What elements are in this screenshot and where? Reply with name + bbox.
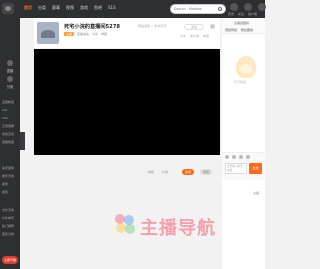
emoji-icon[interactable] [225,155,229,159]
live-icon[interactable] [7,60,13,66]
nav-item-fishbar[interactable]: 鱼吧 [94,5,102,11]
share-action[interactable]: 分享 [180,34,186,38]
top-navigation-bar: 首页 分类 赛事 视频 游戏 鱼吧 S1S 历史 关注 客户端 [0,0,266,18]
history-label[interactable]: 历史 [228,12,234,16]
nav-item-games[interactable]: 游戏 [80,5,88,11]
sidebar-sub-item[interactable]: 直播精选 [2,100,14,104]
nav-item-home[interactable]: 首页 [24,5,32,11]
right-panel: 主播勋章榜 贡献周榜 粉丝团榜 暂无数据 这里输入聊天内容 发送 主播 [222,18,265,269]
empty-rank-label: 暂无数据 [234,80,247,84]
chat-input[interactable]: 这里输入聊天内容 [225,163,247,174]
gift-toggle[interactable]: 礼物 [162,170,168,174]
sidebar-lower-item[interactable]: 颜值 [2,190,8,194]
report-action[interactable]: 举报 [203,34,209,38]
sidebar-sub-item[interactable]: 永劫无间 [2,132,14,136]
tab-fans[interactable]: 粉丝团榜 [241,28,253,32]
nav-item-s1s[interactable]: S1S [108,5,116,11]
site-logo[interactable] [2,3,14,14]
meta-item[interactable]: 举报 [101,32,107,36]
sidebar-bottom-item[interactable]: 户外体育 [2,216,14,220]
search-box [170,4,226,14]
room-actions: 分享 客户端 举报 [180,34,209,38]
mascot-illustration [236,56,256,78]
chat-tools [225,155,250,159]
category-icon[interactable] [7,76,13,82]
bottom-label: 主播 [253,191,260,195]
meta-item[interactable]: 分享 [92,32,98,36]
sidebar-lower-item[interactable]: 娱乐天地 [2,174,14,178]
streamer-avatar[interactable] [37,22,59,44]
sidebar-sub-item[interactable]: 王者荣耀 [2,124,14,128]
sidebar-bottom-item[interactable]: 更多分类 [2,232,14,236]
client-action[interactable]: 客户端 [190,34,199,38]
sidebar-sub-item[interactable]: CS2 [2,116,8,120]
rank-title: 主播勋章榜 [234,21,250,25]
start-live-button[interactable]: 立即开播 [2,256,18,264]
sidebar-lower-item[interactable]: 星秀 [2,182,8,186]
chat-area: 这里输入聊天内容 发送 [222,152,265,180]
main-nav: 首页 分类 赛事 视频 游戏 鱼吧 S1S [24,5,116,11]
anchor-tag: 主播 [64,32,75,36]
sidebar-item-category[interactable]: 分类 [0,84,20,89]
more-icon[interactable] [210,24,215,29]
search-icon[interactable] [218,7,222,11]
rank-tabs: 贡献周榜 粉丝团榜 [225,28,253,32]
sidebar-bottom-item[interactable]: 热门推荐 [2,224,14,228]
nav-item-video[interactable]: 视频 [66,5,74,11]
follow-button[interactable]: 关注 [184,24,204,30]
backpack-button[interactable]: 背包 [200,169,212,175]
download-icon[interactable] [258,3,266,11]
room-category[interactable]: 网络游戏 > 永劫无间 [138,24,166,28]
watermark-logo-icon [115,214,135,234]
sidebar-lower-item[interactable]: 鱼乐星球 [2,166,14,170]
watermark: 主播导航 [112,208,222,248]
sidebar-sub-item[interactable]: LOL [2,108,8,112]
gift-icon[interactable] [232,155,236,159]
nav-item-category[interactable]: 分类 [38,5,46,11]
send-button[interactable]: 发送 [249,163,262,174]
recharge-button[interactable]: 充值 [182,169,194,175]
sidebar-item-live[interactable]: 直播 [0,68,20,73]
video-player[interactable] [34,49,220,155]
room-header: 死宅小浣的直播间5278 网络游戏 > 永劫无间 主播 直播动态 分享 举报 关… [34,18,220,48]
left-sidebar: 直播 分类 直播精选 LOL CS2 王者荣耀 永劫无间 英雄联盟 鱼乐星球 娱… [0,18,20,269]
settings-icon[interactable] [239,155,243,159]
history-icon[interactable] [230,3,238,11]
sidebar-collapse-handle[interactable] [20,132,25,150]
tab-weekly[interactable]: 贡献周榜 [225,28,237,32]
fan-badge-icon[interactable] [246,155,250,159]
meta-item[interactable]: 直播动态 [77,32,89,36]
rank-header: 主播勋章榜 贡献周榜 粉丝团榜 [222,18,265,34]
watermark-text: 主播导航 [140,218,216,239]
room-meta: 主播 直播动态 分享 举报 [64,32,107,36]
nav-item-events[interactable]: 赛事 [52,5,60,11]
player-control-bar: 弹幕 礼物 充值 背包 [34,166,220,180]
follow-label[interactable]: 关注 [238,12,244,16]
search-input[interactable] [174,5,218,13]
danmaku-toggle[interactable]: 弹幕 [148,170,154,174]
follow-icon[interactable] [244,3,252,11]
top-icon-labels: 历史 关注 客户端 [228,12,257,16]
top-icon-group [230,3,266,11]
sidebar-sub-item[interactable]: 英雄联盟 [2,140,14,144]
room-title: 死宅小浣的直播间5278 [64,24,120,30]
sidebar-bottom-item[interactable]: 文化天地 [2,208,14,212]
rank-list: 暂无数据 [224,42,263,102]
download-label[interactable]: 客户端 [248,12,257,16]
